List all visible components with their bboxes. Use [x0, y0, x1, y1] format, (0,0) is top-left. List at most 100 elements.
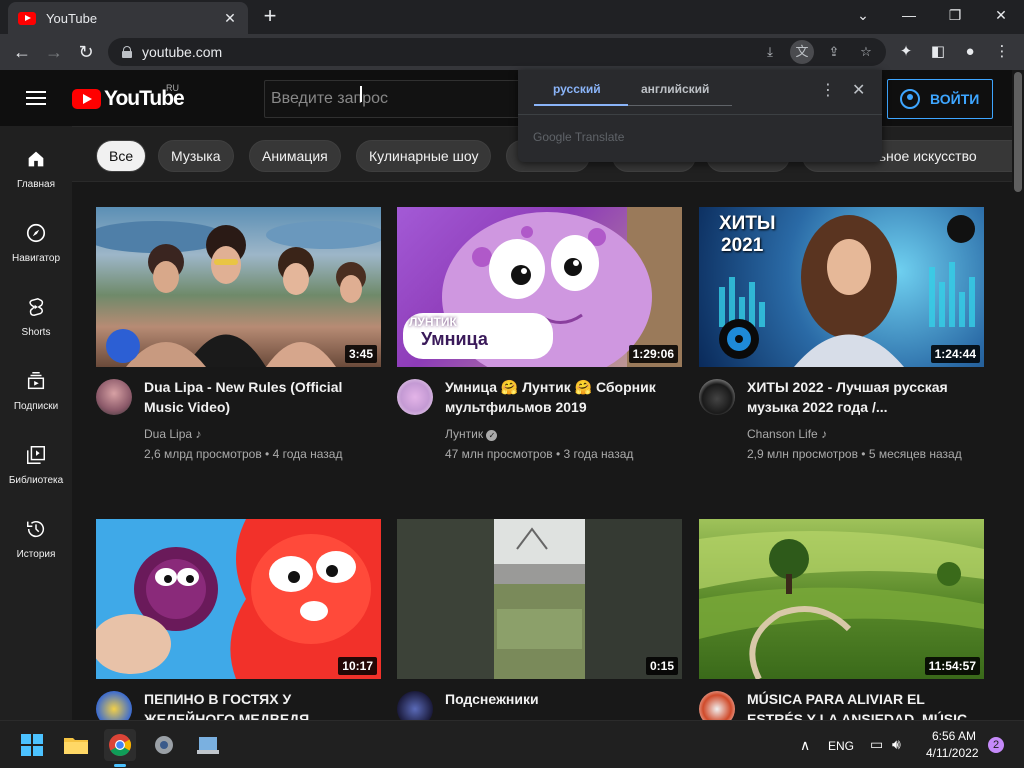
- text-cursor-icon: [360, 86, 362, 102]
- thumb-caption-top: ЛУНТИК: [409, 315, 457, 329]
- video-title[interactable]: MÚSICA PARA ALIVIAR EL ESTRÉS Y LA ANSIE…: [747, 689, 979, 720]
- tab-separator: [628, 105, 732, 106]
- video-thumbnail[interactable]: 10:17: [96, 519, 381, 679]
- tab-youtube[interactable]: YouTube ✕: [8, 2, 248, 34]
- music-note-icon: ♪: [195, 427, 202, 441]
- video-title[interactable]: ХИТЫ 2022 - Лучшая русская музыка 2022 г…: [747, 377, 979, 417]
- profile-icon[interactable]: ●: [958, 38, 982, 66]
- verified-check-icon: ✓: [486, 430, 498, 441]
- video-title[interactable]: Dua Lipa - New Rules (Official Music Vid…: [144, 377, 376, 417]
- address-url[interactable]: youtube.com: [142, 44, 222, 60]
- video-title[interactable]: Подснежники: [445, 689, 677, 709]
- translate-close-icon[interactable]: ✕: [852, 80, 865, 100]
- compass-icon: [26, 223, 46, 243]
- video-grid: 3:45 Dua Lipa - New Rules (Official Musi…: [72, 182, 1012, 720]
- network-icon[interactable]: ▭: [870, 736, 883, 753]
- lock-icon[interactable]: [122, 46, 132, 58]
- sidebar-item-library[interactable]: Библиотека: [0, 422, 72, 492]
- show-hidden-icons-icon[interactable]: ∧: [800, 737, 810, 754]
- reload-icon[interactable]: ↻: [72, 38, 100, 66]
- sidebar-item-subscriptions[interactable]: Подписки: [0, 348, 72, 418]
- install-app-icon[interactable]: ⤓: [758, 40, 782, 64]
- subscriptions-icon: [27, 372, 45, 390]
- forward-icon[interactable]: →: [40, 38, 68, 66]
- youtube-play-icon: [72, 89, 101, 109]
- chip-animation[interactable]: Анимация: [249, 140, 341, 172]
- translate-icon[interactable]: 文: [790, 40, 814, 64]
- video-duration: 3:45: [344, 345, 377, 363]
- menu-icon[interactable]: [26, 91, 46, 105]
- start-windows-icon[interactable]: [16, 729, 48, 761]
- clock-time[interactable]: 6:56 AM: [932, 729, 976, 743]
- bookmark-star-icon[interactable]: ☆: [854, 40, 878, 64]
- video-thumbnail[interactable]: 11:54:57: [699, 519, 984, 679]
- share-icon[interactable]: ⇪: [822, 40, 846, 64]
- chrome-taskbar-icon[interactable]: [104, 729, 136, 767]
- channel-avatar[interactable]: [699, 691, 735, 720]
- channel-avatar[interactable]: [96, 691, 132, 720]
- translate-options-icon[interactable]: ⋮: [820, 80, 836, 100]
- signin-button[interactable]: ВОЙТИ: [887, 79, 993, 119]
- chip-cooking[interactable]: Кулинарные шоу: [356, 140, 492, 172]
- window-close-button[interactable]: ✕: [978, 0, 1024, 30]
- chip-music[interactable]: Музыка: [158, 140, 234, 172]
- sidebar-item-label: Shorts: [21, 327, 51, 338]
- video-thumbnail[interactable]: 0:15: [397, 519, 682, 679]
- minimize-button[interactable]: —: [886, 0, 932, 30]
- search-input[interactable]: Введите запрос: [264, 80, 524, 118]
- channel-name[interactable]: Dua Lipa ♪: [144, 427, 201, 441]
- gear-icon: [155, 736, 173, 754]
- back-icon[interactable]: ←: [8, 38, 36, 66]
- tab-close-icon[interactable]: ✕: [222, 10, 238, 27]
- channel-avatar[interactable]: [699, 379, 735, 415]
- sidebar-item-label: История: [16, 549, 56, 560]
- translate-tab-source[interactable]: русский: [553, 82, 601, 96]
- language-indicator[interactable]: ENG: [828, 739, 854, 753]
- shorts-icon: [29, 297, 44, 316]
- sidebar-item-shorts[interactable]: Shorts: [0, 274, 72, 344]
- translate-tab-target[interactable]: английский: [641, 82, 709, 96]
- computer-icon: [197, 737, 219, 754]
- region-badge: RU: [166, 83, 179, 93]
- channel-avatar[interactable]: [397, 379, 433, 415]
- thumbnail-art-icon: [397, 519, 682, 679]
- video-meta: 2,9 млн просмотров • 5 месяцев назад: [747, 447, 962, 461]
- music-note-icon: ♪: [821, 427, 828, 441]
- channel-name[interactable]: Chanson Life ♪: [747, 427, 827, 441]
- channel-name[interactable]: Лунтик ✓: [445, 427, 498, 441]
- youtube-logo[interactable]: YouTube RU: [72, 83, 185, 111]
- notification-badge[interactable]: 2: [988, 737, 1004, 753]
- chip-all[interactable]: Все: [96, 140, 147, 172]
- sidebar-item-history[interactable]: История: [0, 496, 72, 566]
- settings-taskbar-icon[interactable]: [148, 729, 180, 761]
- video-title[interactable]: ПЕПИНО В ГОСТЯХ У ЖЕЛЕЙНОГО МЕДВЕДЯ: [144, 689, 376, 720]
- video-title[interactable]: Умница 🤗 Лунтик 🤗 Сборник мультфильмов 2…: [445, 377, 677, 417]
- scrollbar-thumb[interactable]: [1014, 72, 1022, 192]
- video-thumbnail[interactable]: ЛУНТИК Умница 1:29:06: [397, 207, 682, 367]
- video-duration: 1:24:44: [930, 345, 980, 363]
- channel-name-text[interactable]: Chanson Life: [747, 427, 818, 441]
- file-explorer-icon[interactable]: [60, 729, 92, 761]
- video-thumbnail[interactable]: 3:45: [96, 207, 381, 367]
- new-tab-button[interactable]: +: [258, 4, 282, 28]
- signin-label: ВОЙТИ: [930, 91, 980, 107]
- tab-search-icon[interactable]: ⌄: [840, 0, 886, 30]
- chrome-menu-icon[interactable]: ⋮: [990, 38, 1014, 66]
- sidebar-item-explore[interactable]: Навигатор: [0, 200, 72, 270]
- volume-icon[interactable]: 🔊︎: [892, 736, 901, 753]
- channel-avatar[interactable]: [96, 379, 132, 415]
- clock-date[interactable]: 4/11/2022: [926, 746, 979, 760]
- channel-avatar[interactable]: [397, 691, 433, 720]
- channel-name-text[interactable]: Лунтик: [445, 427, 483, 441]
- sidebar-item-home[interactable]: Главная: [0, 126, 72, 196]
- thumbnail-art-icon: [96, 519, 381, 679]
- restore-button[interactable]: ❐: [932, 0, 978, 30]
- extensions-icon[interactable]: ✦: [894, 38, 918, 66]
- video-duration: 0:15: [645, 657, 678, 675]
- side-panel-icon[interactable]: ◧: [926, 38, 950, 66]
- video-duration: 11:54:57: [924, 657, 980, 675]
- video-thumbnail[interactable]: ХИТЫ 2021 1:24:44: [699, 207, 984, 367]
- channel-name-text[interactable]: Dua Lipa: [144, 427, 192, 441]
- network-app-icon[interactable]: [192, 729, 224, 761]
- page-scrollbar[interactable]: [1012, 70, 1024, 720]
